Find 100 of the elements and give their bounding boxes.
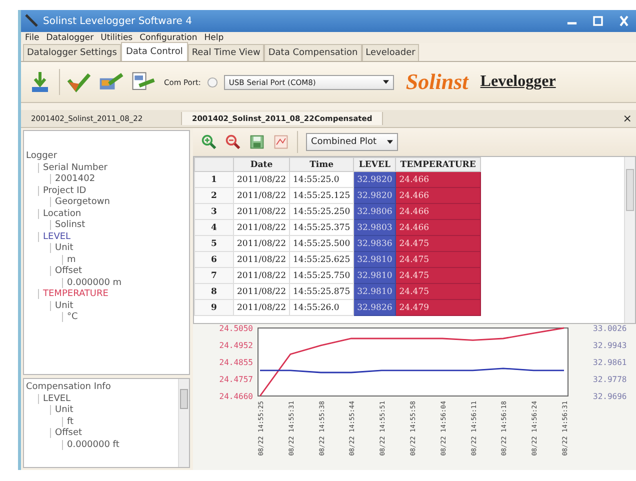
table-cell: 2011/08/22 bbox=[234, 268, 290, 284]
brand-logo: Solinst bbox=[406, 69, 468, 95]
scrollbar[interactable] bbox=[624, 157, 635, 323]
tree-item[interactable]: Compensation Info bbox=[26, 382, 111, 392]
tree-item[interactable]: Unit bbox=[50, 243, 74, 253]
axis-label: 24.4757 bbox=[219, 375, 253, 384]
table-cell: 14:55:25.625 bbox=[290, 252, 354, 268]
table-cell: 14:55:25.375 bbox=[290, 220, 354, 236]
save-icon[interactable] bbox=[249, 134, 265, 150]
table-cell: 2011/08/22 bbox=[234, 284, 290, 300]
axis-label: 32.9696 bbox=[593, 392, 627, 401]
table-cell: 24.479 bbox=[396, 300, 480, 316]
tree-item[interactable]: Offset bbox=[50, 266, 82, 276]
axis-label: 32.9943 bbox=[593, 341, 627, 350]
menu-item[interactable]: Datalogger bbox=[46, 32, 94, 42]
tree-item[interactable]: Georgetown bbox=[50, 197, 110, 207]
axis-label: 24.5050 bbox=[219, 324, 253, 333]
caret-icon bbox=[387, 140, 393, 144]
caret-icon bbox=[382, 80, 389, 84]
chart-icon[interactable] bbox=[273, 134, 289, 150]
tree-item[interactable]: 0.000000 m bbox=[62, 278, 122, 288]
row-number: 5 bbox=[194, 236, 234, 252]
tree-item[interactable]: Unit bbox=[50, 405, 74, 415]
table-cell: 24.466 bbox=[396, 204, 480, 220]
tree-item[interactable]: Offset bbox=[50, 428, 82, 438]
tab[interactable]: Data Control bbox=[120, 42, 188, 61]
menu-item[interactable]: Utilities bbox=[100, 32, 133, 42]
tab[interactable]: Real Time View bbox=[188, 44, 264, 61]
zoom-in-icon[interactable] bbox=[201, 134, 217, 150]
table-cell: 24.466 bbox=[396, 188, 480, 204]
table-cell: 2011/08/22 bbox=[234, 236, 290, 252]
tree-item[interactable]: Project ID bbox=[38, 186, 86, 196]
column-header[interactable]: Date bbox=[234, 158, 290, 172]
tree-item[interactable]: Serial Number bbox=[38, 162, 108, 172]
close-button[interactable]: × bbox=[618, 112, 636, 125]
table-cell: 24.466 bbox=[396, 220, 480, 236]
menu-item[interactable]: File bbox=[25, 32, 40, 42]
table-cell: 14:55:25.0 bbox=[290, 172, 354, 188]
tree-item[interactable]: LEVEL bbox=[38, 232, 71, 242]
row-number: 1 bbox=[194, 172, 234, 188]
tree-item[interactable]: Unit bbox=[50, 300, 74, 310]
window-title: Solinst Levelogger Software 4 bbox=[43, 16, 192, 26]
plot-type-dropdown[interactable]: Combined Plot bbox=[306, 133, 398, 151]
table-cell: 32.9810 bbox=[354, 284, 396, 300]
product-logo: Levelogger bbox=[480, 73, 556, 91]
tree-item[interactable]: m bbox=[62, 254, 76, 264]
table-cell: 32.9806 bbox=[354, 204, 396, 220]
menu-item[interactable]: Configuration bbox=[140, 32, 198, 42]
axis-label: 32.9778 bbox=[593, 375, 627, 384]
column-header[interactable]: Time bbox=[290, 158, 354, 172]
scrollbar[interactable] bbox=[178, 379, 189, 467]
table-cell: 32.9836 bbox=[354, 236, 396, 252]
axis-label: 24.4952 bbox=[219, 341, 253, 350]
table-cell: 14:55:26.0 bbox=[290, 300, 354, 316]
probe-icon bbox=[25, 14, 39, 28]
table-cell: 24.475 bbox=[396, 284, 480, 300]
tab[interactable]: Leveloader bbox=[362, 44, 420, 61]
tree-item[interactable]: LEVEL bbox=[38, 394, 71, 404]
column-header[interactable]: TEMPERATURE bbox=[396, 158, 480, 172]
table-cell: 2011/08/22 bbox=[234, 220, 290, 236]
axis-label: 24.4660 bbox=[219, 392, 253, 401]
row-number: 8 bbox=[194, 284, 234, 300]
row-number: 3 bbox=[194, 204, 234, 220]
axis-label: 32.9861 bbox=[593, 358, 627, 367]
table-cell: 32.9803 bbox=[354, 220, 396, 236]
maximize-icon[interactable] bbox=[590, 15, 606, 27]
table-cell: 24.466 bbox=[396, 172, 480, 188]
tree-item[interactable]: 2001402 bbox=[50, 174, 96, 184]
table-cell: 14:55:25.500 bbox=[290, 236, 354, 252]
tab[interactable]: Data Compensation bbox=[264, 44, 362, 61]
table-cell: 2011/08/22 bbox=[234, 188, 290, 204]
tree-item[interactable]: Solinst bbox=[50, 220, 86, 230]
table-cell: 2011/08/22 bbox=[234, 252, 290, 268]
table-cell: 14:55:25.750 bbox=[290, 268, 354, 284]
tree-item[interactable]: TEMPERATURE bbox=[38, 289, 108, 299]
table-cell: 2011/08/22 bbox=[234, 300, 290, 316]
tab[interactable]: Datalogger Settings bbox=[23, 44, 121, 61]
tree-item[interactable]: °C bbox=[62, 312, 78, 322]
info-icon[interactable] bbox=[206, 76, 218, 88]
table-cell: 32.9826 bbox=[354, 300, 396, 316]
row-number: 4 bbox=[194, 220, 234, 236]
table-cell: 24.475 bbox=[396, 252, 480, 268]
tree-item[interactable]: ft bbox=[62, 416, 74, 426]
table-cell: 14:55:25.250 bbox=[290, 204, 354, 220]
table-cell: 2011/08/22 bbox=[234, 204, 290, 220]
column-header[interactable]: LEVEL bbox=[354, 158, 396, 172]
tree-item[interactable]: 0.000000 ft bbox=[62, 440, 120, 450]
table-cell: 32.9820 bbox=[354, 188, 396, 204]
row-number: 2 bbox=[194, 188, 234, 204]
table-cell: 32.9810 bbox=[354, 252, 396, 268]
row-number: 9 bbox=[194, 300, 234, 316]
table-cell: 14:55:25.125 bbox=[290, 188, 354, 204]
tree-item[interactable]: Logger bbox=[26, 151, 58, 161]
table-cell: 2011/08/22 bbox=[234, 172, 290, 188]
menu-item[interactable]: Help bbox=[204, 32, 224, 42]
row-number: 7 bbox=[194, 268, 234, 284]
zoom-out-icon[interactable] bbox=[225, 134, 241, 150]
tree-item[interactable]: Location bbox=[38, 208, 82, 218]
table-cell: 32.9820 bbox=[354, 172, 396, 188]
table-cell: 24.475 bbox=[396, 236, 480, 252]
